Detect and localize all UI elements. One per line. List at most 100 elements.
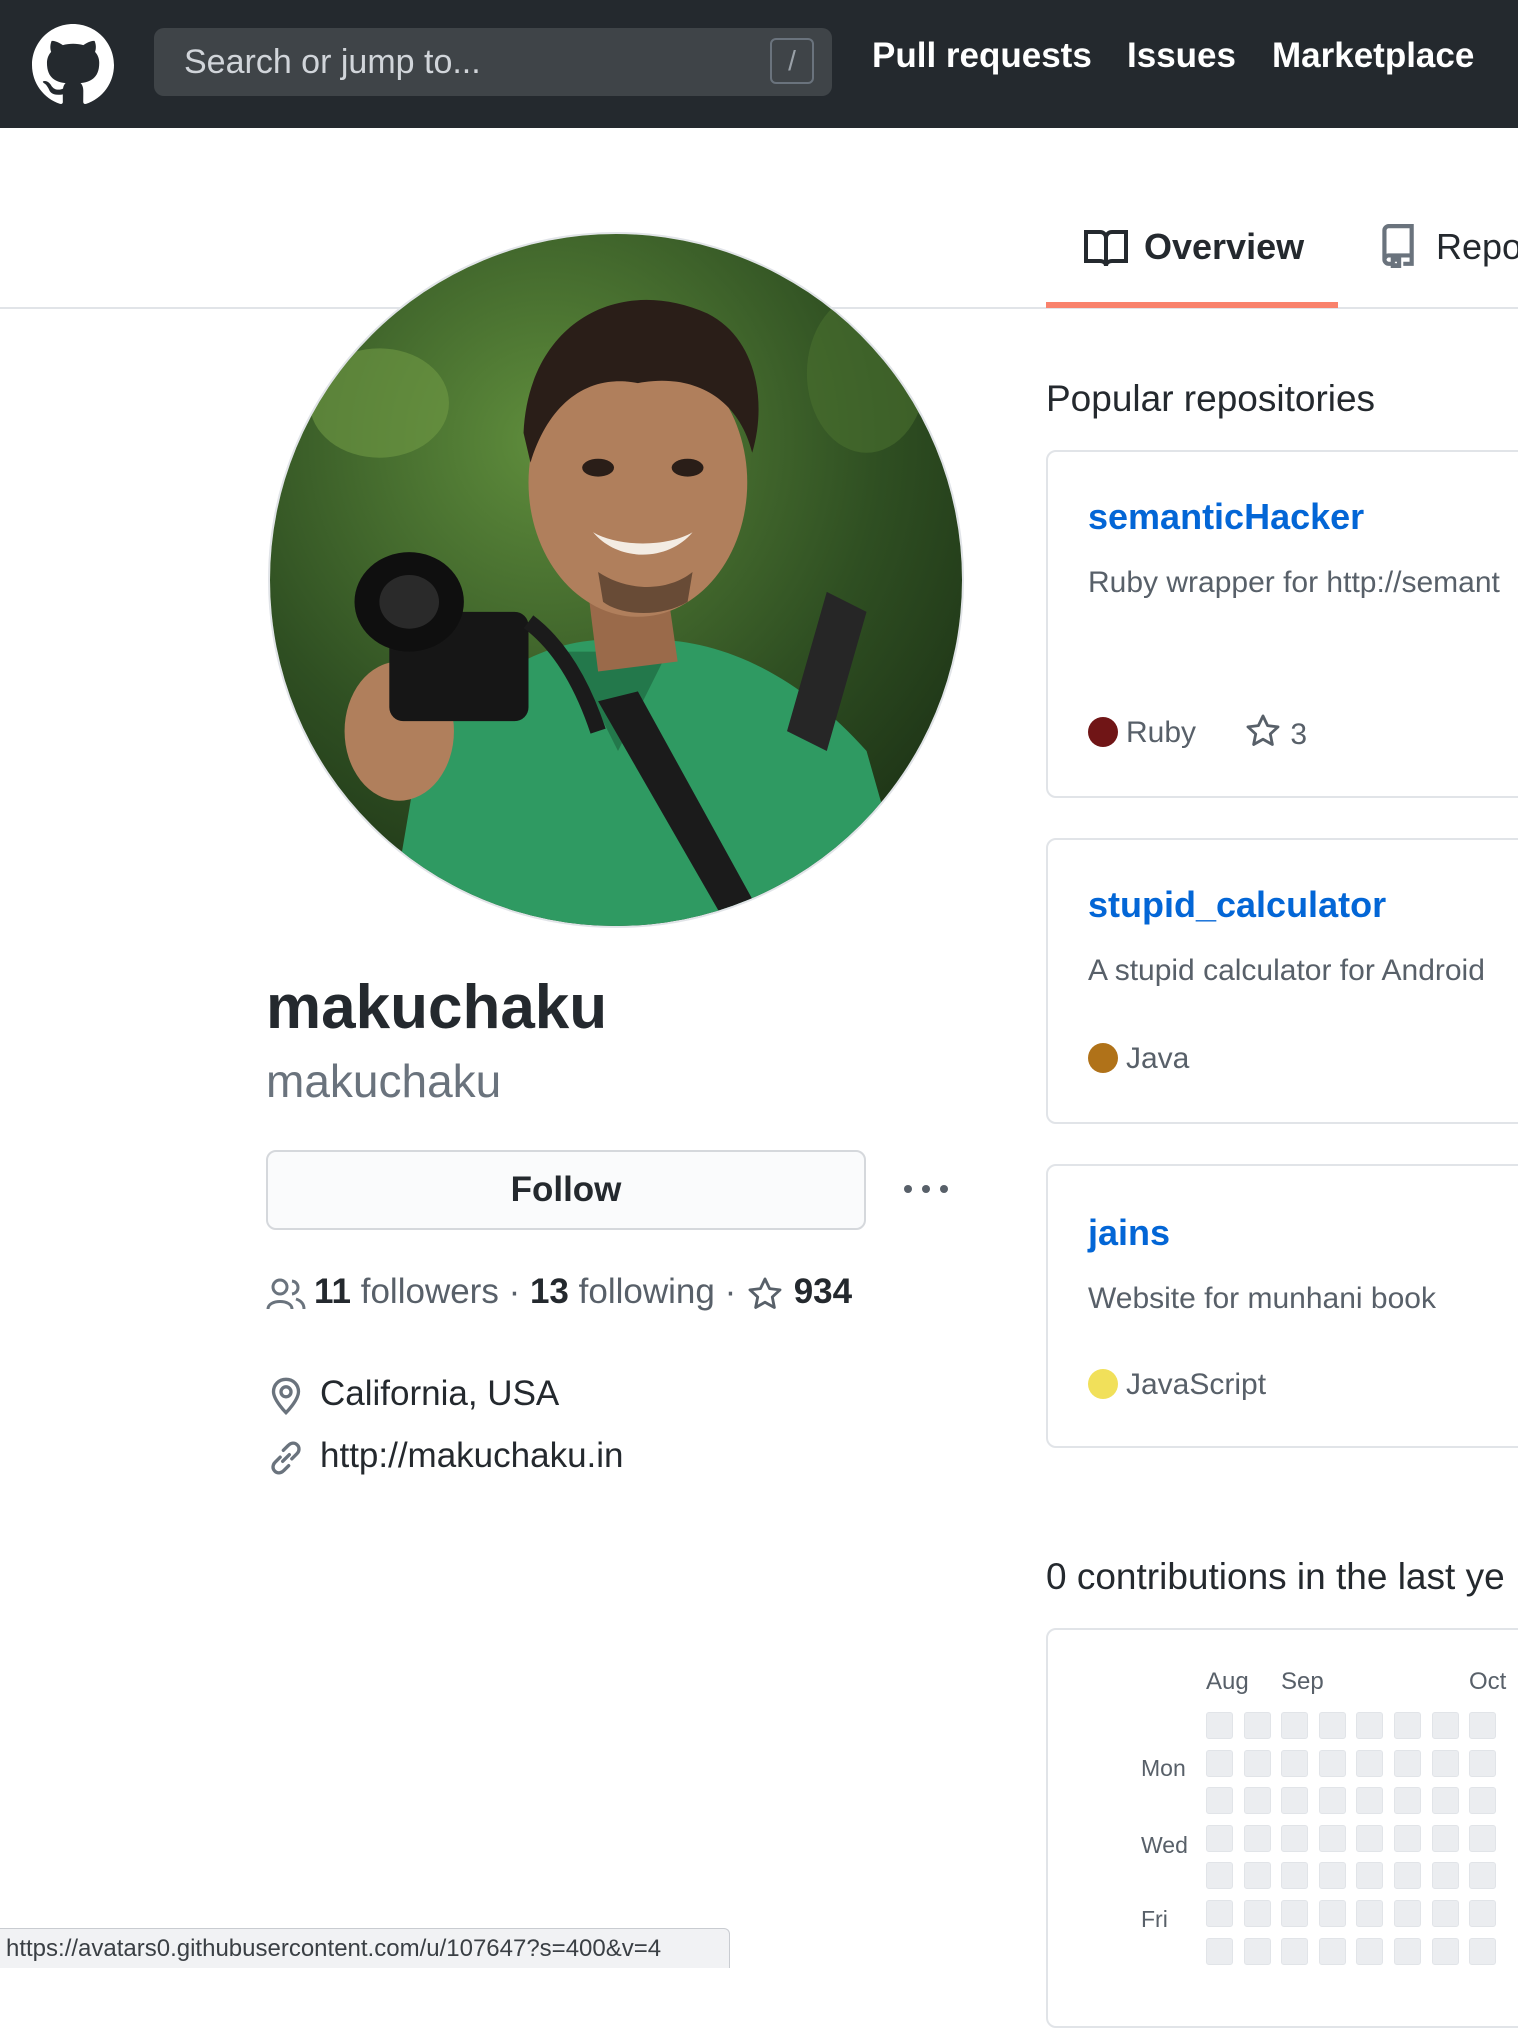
contribution-day-cell[interactable]: [1243, 1862, 1271, 1890]
stars-link[interactable]: 934: [746, 1272, 852, 1311]
contribution-day-cell[interactable]: [1469, 1787, 1497, 1815]
contribution-day-cell[interactable]: [1394, 1900, 1421, 1927]
contribution-day-cell[interactable]: [1356, 1824, 1384, 1852]
more-options-icon[interactable]: [898, 1166, 954, 1212]
avatar[interactable]: [268, 232, 964, 928]
repo-name-link[interactable]: stupid_calculator: [1088, 884, 1386, 926]
contribution-day-cell[interactable]: [1318, 1937, 1346, 1965]
contribution-day-cell[interactable]: [1356, 1937, 1384, 1965]
contribution-day-cell[interactable]: [1206, 1862, 1233, 1890]
contribution-day-cell[interactable]: [1431, 1749, 1459, 1777]
month-label: Aug: [1206, 1668, 1249, 1695]
contribution-day-cell[interactable]: [1356, 1900, 1384, 1927]
contribution-day-cell[interactable]: [1243, 1824, 1271, 1852]
tab-overview[interactable]: Overview: [1046, 218, 1338, 308]
repo-icon: [1382, 224, 1414, 268]
repo-description: Website for munhani book: [1088, 1282, 1436, 1315]
contribution-day-cell[interactable]: [1206, 1824, 1233, 1852]
tab-overview-label: Overview: [1144, 226, 1305, 267]
contribution-day-cell[interactable]: [1318, 1824, 1346, 1852]
contribution-day-cell[interactable]: [1431, 1824, 1459, 1852]
followers-link[interactable]: 11 followers: [314, 1272, 499, 1311]
contribution-day-cell[interactable]: [1469, 1900, 1497, 1927]
contribution-day-cell[interactable]: [1394, 1787, 1421, 1815]
contribution-day-cell[interactable]: [1206, 1787, 1233, 1815]
followers-count: 11: [314, 1272, 351, 1311]
book-icon: [1084, 230, 1128, 267]
contribution-day-cell[interactable]: [1318, 1900, 1346, 1927]
contribution-day-cell[interactable]: [1318, 1712, 1346, 1739]
contribution-day-cell[interactable]: [1356, 1787, 1384, 1815]
contribution-day-cell[interactable]: [1469, 1824, 1497, 1852]
contribution-day-cell[interactable]: [1318, 1749, 1346, 1777]
repo-language-label: Java: [1126, 1042, 1190, 1075]
contribution-day-cell[interactable]: [1431, 1900, 1459, 1927]
contribution-day-cell[interactable]: [1206, 1749, 1233, 1777]
contribution-day-cell[interactable]: [1243, 1712, 1271, 1739]
language-color-dot: [1088, 717, 1118, 747]
contribution-day-cell[interactable]: [1356, 1712, 1384, 1739]
contribution-day-cell[interactable]: [1281, 1824, 1309, 1852]
search-input[interactable]: [154, 28, 832, 96]
stars-count: 934: [793, 1272, 853, 1311]
repo-description: Ruby wrapper for http://semant: [1088, 566, 1500, 599]
contribution-day-cell[interactable]: [1206, 1712, 1233, 1739]
location-icon: [271, 1377, 301, 1416]
contribution-day-cell[interactable]: [1469, 1937, 1497, 1965]
contribution-day-cell[interactable]: [1281, 1900, 1309, 1927]
language-color-dot: [1088, 1369, 1118, 1399]
contribution-day-cell[interactable]: [1206, 1900, 1233, 1927]
contribution-day-cell[interactable]: [1356, 1862, 1384, 1890]
contribution-day-cell[interactable]: [1206, 1937, 1233, 1965]
contribution-day-cell[interactable]: [1243, 1749, 1271, 1777]
nav-pull-requests[interactable]: Pull requests: [872, 36, 1092, 76]
search-shortcut-key: /: [770, 38, 814, 84]
github-logo-icon[interactable]: [32, 24, 114, 106]
contribution-day-cell[interactable]: [1469, 1712, 1497, 1739]
following-link[interactable]: 13 following: [530, 1272, 715, 1311]
contribution-day-cell[interactable]: [1394, 1712, 1421, 1739]
contribution-day-cell[interactable]: [1431, 1862, 1459, 1890]
repo-language: Java: [1088, 1042, 1189, 1076]
star-icon: [1246, 714, 1280, 746]
contribution-day-cell[interactable]: [1281, 1749, 1309, 1777]
contribution-day-cell[interactable]: [1356, 1749, 1384, 1777]
repo-card: jains Website for munhani book JavaScrip…: [1046, 1164, 1518, 1448]
website-link[interactable]: http://makuchaku.in: [320, 1436, 624, 1476]
contribution-day-cell[interactable]: [1469, 1862, 1497, 1890]
search-box[interactable]: /: [154, 28, 832, 96]
nav-marketplace[interactable]: Marketplace: [1272, 36, 1474, 76]
following-label: following: [578, 1272, 715, 1311]
repo-language: JavaScript: [1088, 1368, 1266, 1402]
contribution-day-cell[interactable]: [1281, 1862, 1309, 1890]
repo-description: A stupid calculator for Android: [1088, 954, 1485, 987]
contribution-day-cell[interactable]: [1394, 1937, 1421, 1965]
profile-stats: 11 followers · 13 following · 934: [266, 1272, 852, 1313]
contribution-day-cell[interactable]: [1243, 1937, 1271, 1965]
following-count: 13: [529, 1272, 569, 1311]
contribution-day-cell[interactable]: [1318, 1787, 1346, 1815]
follow-button[interactable]: Follow: [266, 1150, 866, 1230]
repo-card: semanticHacker Ruby wrapper for http://s…: [1046, 450, 1518, 798]
contribution-day-cell[interactable]: [1469, 1749, 1497, 1777]
contribution-day-cell[interactable]: [1394, 1749, 1421, 1777]
contribution-day-cell[interactable]: [1431, 1787, 1459, 1815]
contribution-day-cell[interactable]: [1394, 1862, 1421, 1890]
repo-name-link[interactable]: semanticHacker: [1088, 496, 1364, 538]
month-label: Oct: [1469, 1668, 1507, 1695]
contribution-day-cell[interactable]: [1281, 1937, 1309, 1965]
contribution-day-cell[interactable]: [1431, 1712, 1459, 1739]
repo-name-link[interactable]: jains: [1088, 1212, 1170, 1254]
contribution-day-cell[interactable]: [1243, 1787, 1271, 1815]
contribution-day-cell[interactable]: [1281, 1712, 1309, 1739]
contribution-day-cell[interactable]: [1281, 1787, 1309, 1815]
repo-stars-link[interactable]: 3: [1244, 712, 1307, 752]
contribution-day-cell[interactable]: [1394, 1824, 1421, 1852]
contribution-day-cell[interactable]: [1431, 1937, 1459, 1965]
contribution-day-cell[interactable]: [1243, 1900, 1271, 1927]
profile-username: makuchaku: [266, 1055, 502, 1107]
tab-repositories[interactable]: Repo: [1380, 218, 1518, 308]
repo-stars-count: 3: [1290, 718, 1308, 751]
nav-issues[interactable]: Issues: [1127, 36, 1236, 76]
contribution-day-cell[interactable]: [1318, 1862, 1346, 1890]
